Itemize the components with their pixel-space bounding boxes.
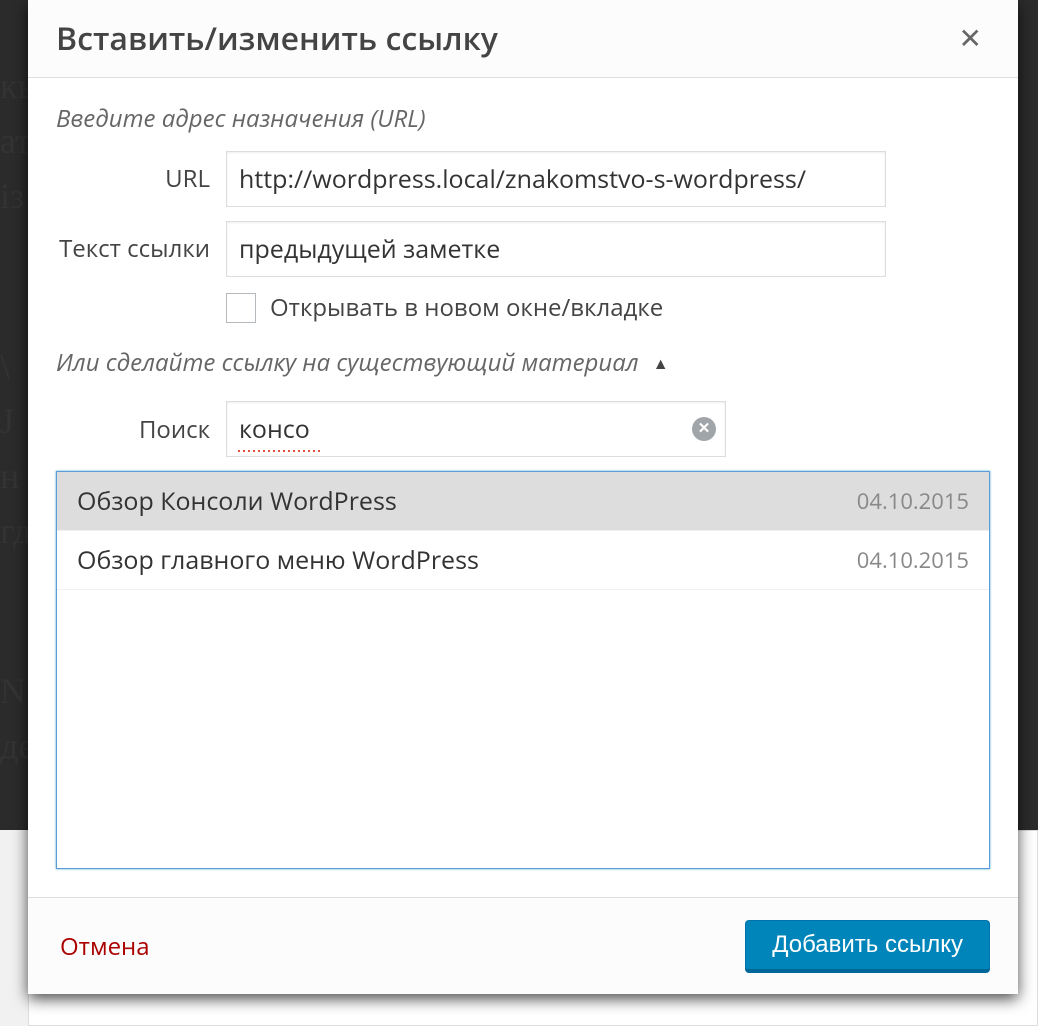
background-text: N — [0, 665, 26, 717]
background-text: \ — [0, 340, 10, 392]
existing-content-label: Или сделайте ссылку на существующий мате… — [56, 346, 639, 379]
link-text-label: Текст ссылки — [56, 235, 226, 264]
background-text: гд — [0, 505, 31, 557]
result-title: Обзор Консоли WordPress — [77, 484, 397, 518]
cancel-button[interactable]: Отмена — [56, 930, 150, 963]
search-result-item[interactable]: Обзор главного меню WordPress 04.10.2015 — [57, 531, 989, 590]
link-text-row: Текст ссылки — [56, 221, 990, 277]
search-results-panel[interactable]: Обзор Консоли WordPress 04.10.2015 Обзор… — [56, 471, 990, 869]
clear-icon: ✕ — [698, 420, 711, 437]
result-date: 04.10.2015 — [857, 486, 969, 516]
search-wrapper: ✕ — [226, 401, 726, 457]
search-result-item[interactable]: Обзор Консоли WordPress 04.10.2015 — [57, 472, 989, 531]
close-button[interactable]: ✕ — [951, 18, 990, 59]
link-text-input[interactable] — [226, 221, 886, 277]
add-link-button[interactable]: Добавить ссылку — [745, 920, 990, 972]
url-row: URL — [56, 151, 990, 207]
close-icon: ✕ — [959, 23, 982, 54]
search-label: Поиск — [56, 413, 226, 446]
background-text: із — [0, 170, 24, 222]
url-label: URL — [56, 165, 226, 194]
background-text: ат — [0, 115, 31, 167]
new-tab-row: Открывать в новом окне/вкладке — [226, 291, 990, 324]
chevron-up-icon: ▲ — [653, 352, 669, 374]
modal-body: Введите адрес назначения (URL) URL Текст… — [28, 78, 1018, 897]
clear-search-button[interactable]: ✕ — [692, 417, 716, 441]
background-text: н — [0, 450, 19, 502]
url-section-label: Введите адрес назначения (URL) — [56, 102, 990, 135]
modal-footer: Отмена Добавить ссылку — [28, 897, 1018, 994]
background-text: J — [0, 395, 14, 447]
modal-header: Вставить/изменить ссылку ✕ — [28, 0, 1018, 78]
existing-content-toggle[interactable]: Или сделайте ссылку на существующий мате… — [56, 346, 990, 379]
result-date: 04.10.2015 — [857, 545, 969, 575]
search-row: Поиск ✕ — [56, 401, 990, 457]
result-title: Обзор главного меню WordPress — [77, 543, 479, 577]
new-tab-checkbox[interactable] — [226, 293, 256, 323]
link-modal: Вставить/изменить ссылку ✕ Введите адрес… — [28, 0, 1018, 994]
new-tab-label: Открывать в новом окне/вкладке — [270, 291, 663, 324]
modal-title: Вставить/изменить ссылку — [56, 17, 498, 60]
url-input[interactable] — [226, 151, 886, 207]
search-input[interactable] — [226, 401, 726, 457]
spellcheck-underline — [238, 450, 320, 452]
